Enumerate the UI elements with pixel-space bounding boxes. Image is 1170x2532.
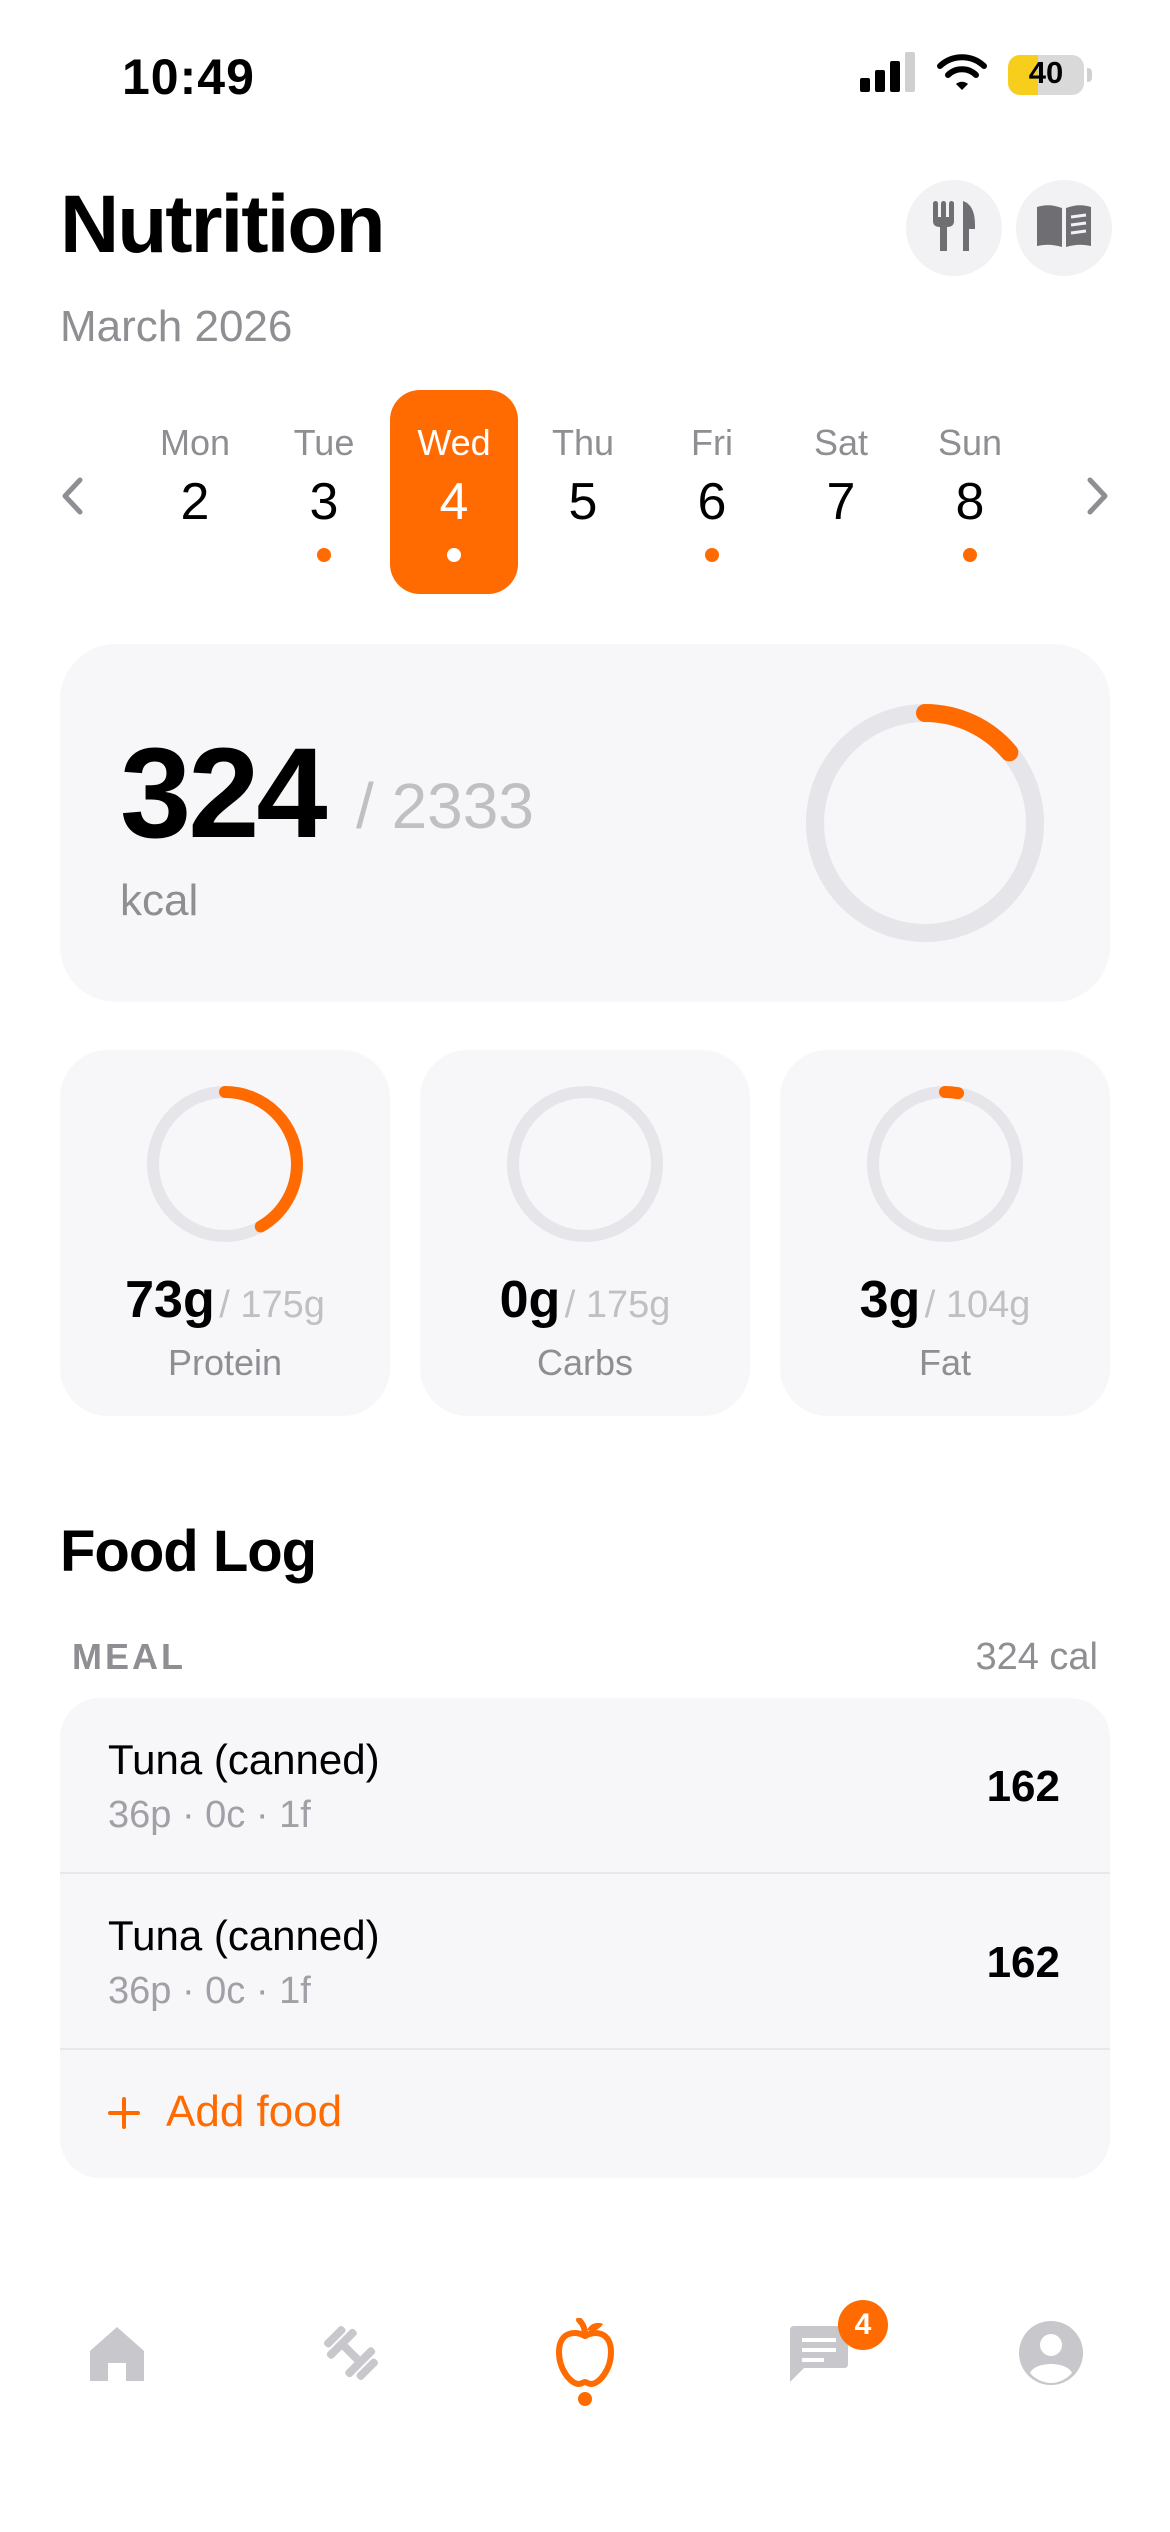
previous-week-button[interactable] bbox=[42, 468, 102, 528]
day-thu[interactable]: Thu 5 bbox=[519, 390, 647, 594]
protein-card[interactable]: 73g / 175g Protein bbox=[60, 1050, 390, 1416]
dumbbell-icon bbox=[316, 2318, 386, 2393]
tab-profile[interactable] bbox=[1006, 2310, 1096, 2400]
meal-total: 324 cal bbox=[975, 1636, 1098, 1678]
fat-goal: / 104g bbox=[924, 1284, 1031, 1326]
recipes-button[interactable] bbox=[1016, 180, 1112, 276]
month-label: March 2026 bbox=[60, 302, 293, 351]
protein-value: 73g bbox=[125, 1271, 215, 1329]
food-log-list: Tuna (canned) 36p · 0c · 1f 162 Tuna (ca… bbox=[60, 1698, 1110, 2178]
home-icon bbox=[86, 2323, 148, 2388]
active-tab-indicator bbox=[578, 2392, 592, 2406]
food-calories: 162 bbox=[986, 1938, 1060, 1987]
plus-icon bbox=[108, 2087, 140, 2137]
tab-workouts[interactable] bbox=[306, 2310, 396, 2400]
fat-value: 3g bbox=[859, 1271, 921, 1329]
day-sun[interactable]: Sun 8 bbox=[906, 390, 1034, 594]
status-bar: 10:49 40 bbox=[0, 0, 1170, 150]
fat-progress-ring bbox=[867, 1086, 1023, 1242]
food-log-item[interactable]: Tuna (canned) 36p · 0c · 1f 162 bbox=[60, 1874, 1110, 2050]
book-icon bbox=[1035, 203, 1093, 254]
wifi-icon bbox=[936, 52, 988, 97]
chevron-right-icon bbox=[1086, 476, 1110, 521]
calories-unit: kcal bbox=[120, 876, 199, 925]
logged-dot bbox=[705, 548, 719, 562]
carbs-label: Carbs bbox=[536, 1342, 634, 1383]
food-calories: 162 bbox=[986, 1762, 1060, 1811]
food-log-item[interactable]: Tuna (canned) 36p · 0c · 1f 162 bbox=[60, 1698, 1110, 1874]
day-wed[interactable]: Wed 4 bbox=[390, 390, 518, 594]
utensils-icon bbox=[929, 199, 979, 258]
signal-icon bbox=[860, 52, 916, 97]
fat-card[interactable]: 3g / 104g Fat bbox=[780, 1050, 1110, 1416]
food-macros: 36p · 0c · 1f bbox=[108, 1970, 311, 2012]
fat-label: Fat bbox=[918, 1342, 971, 1383]
day-fri[interactable]: Fri 6 bbox=[648, 390, 776, 594]
battery-icon: 40 bbox=[1008, 53, 1092, 97]
food-log-title: Food Log bbox=[60, 1519, 317, 1584]
profile-icon bbox=[1017, 2319, 1085, 2392]
carbs-card[interactable]: 0g / 175g Carbs bbox=[420, 1050, 750, 1416]
status-icons: 40 bbox=[860, 52, 1092, 97]
calories-value: 324 bbox=[120, 722, 328, 865]
battery-level: 40 bbox=[1028, 54, 1064, 90]
tab-home[interactable] bbox=[72, 2310, 162, 2400]
add-food-label: Add food bbox=[166, 2087, 343, 2136]
protein-progress-ring bbox=[147, 1086, 303, 1242]
chevron-left-icon bbox=[60, 476, 84, 521]
next-week-button[interactable] bbox=[1068, 468, 1128, 528]
messages-badge: 4 bbox=[838, 2300, 888, 2350]
food-name: Tuna (canned) bbox=[108, 1736, 380, 1783]
calories-card[interactable]: 324 / 2333 kcal bbox=[60, 644, 1110, 1002]
carbs-progress-ring bbox=[507, 1086, 663, 1242]
logged-dot bbox=[317, 548, 331, 562]
day-sat[interactable]: Sat 7 bbox=[777, 390, 905, 594]
carbs-value: 0g bbox=[499, 1271, 561, 1329]
tab-nutrition[interactable] bbox=[540, 2310, 630, 2400]
logged-dot bbox=[963, 548, 977, 562]
add-food-button[interactable]: Add food bbox=[108, 2082, 342, 2142]
food-macros: 36p · 0c · 1f bbox=[108, 1794, 311, 1836]
meal-header: MEAL bbox=[72, 1636, 186, 1677]
calories-progress-ring bbox=[806, 704, 1044, 942]
meals-button[interactable] bbox=[906, 180, 1002, 276]
protein-goal: / 175g bbox=[219, 1284, 325, 1326]
status-time: 10:49 bbox=[122, 49, 255, 105]
food-name: Tuna (canned) bbox=[108, 1912, 380, 1959]
protein-label: Protein bbox=[167, 1342, 283, 1383]
logged-dot bbox=[447, 548, 461, 562]
calories-goal: / 2333 bbox=[356, 770, 534, 842]
day-tue[interactable]: Tue 3 bbox=[260, 390, 388, 594]
carbs-goal: / 175g bbox=[564, 1284, 671, 1326]
day-mon[interactable]: Mon 2 bbox=[131, 390, 259, 594]
apple-icon bbox=[553, 2316, 617, 2393]
page-title: Nutrition bbox=[60, 179, 386, 270]
